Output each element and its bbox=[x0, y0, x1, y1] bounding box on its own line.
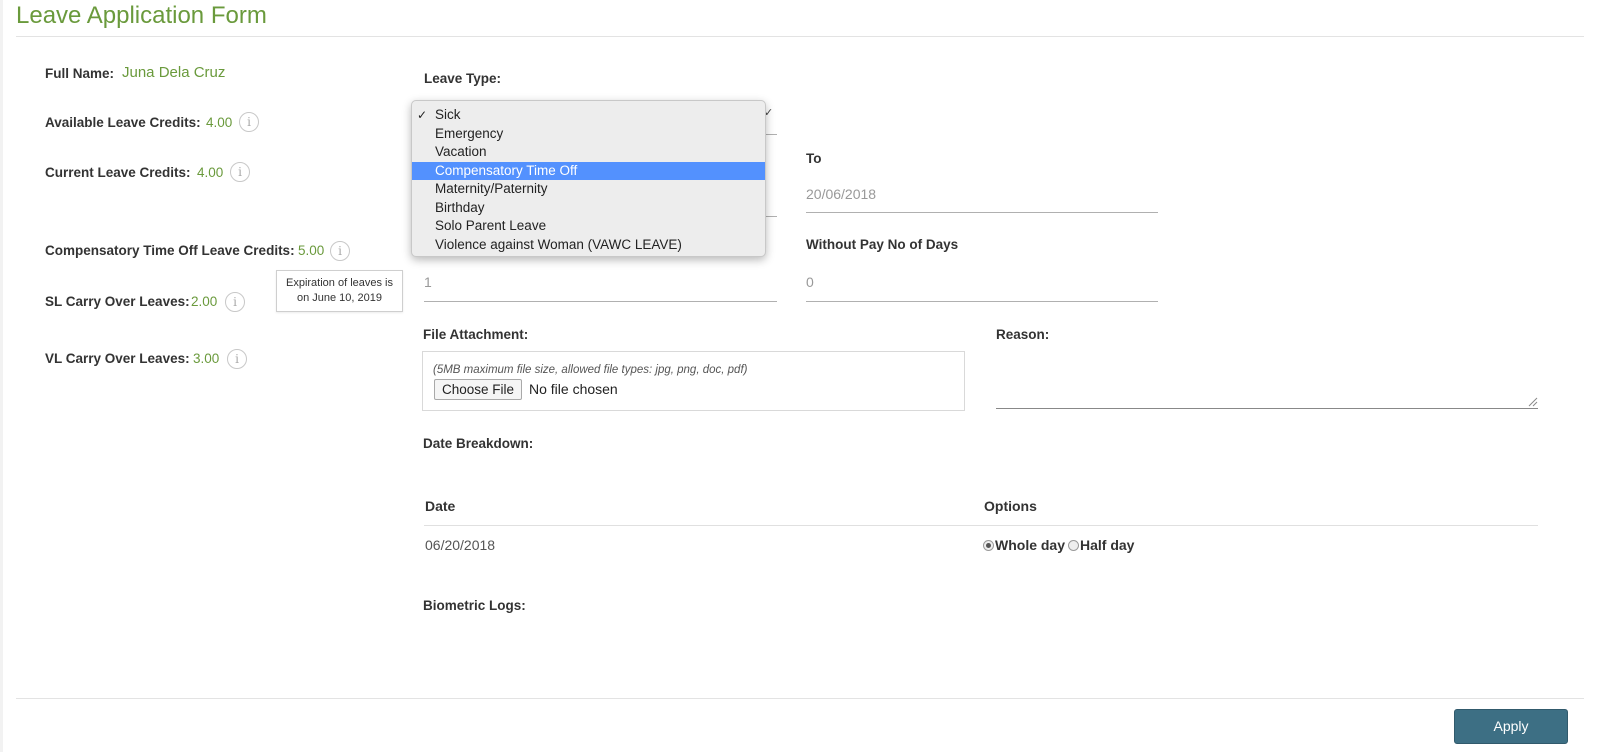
option-label: Maternity/Paternity bbox=[435, 181, 548, 196]
apply-button[interactable]: Apply bbox=[1454, 709, 1568, 744]
reason-textarea[interactable] bbox=[996, 345, 1538, 408]
whole-day-radio[interactable] bbox=[983, 540, 994, 551]
vl-carry-info-icon[interactable]: i bbox=[227, 349, 247, 369]
option-label: Violence against Woman (VAWC LEAVE) bbox=[435, 236, 682, 252]
row-date: 06/20/2018 bbox=[425, 537, 496, 553]
expiration-tooltip: Expiration of leaves is on June 10, 2019 bbox=[276, 270, 403, 312]
no-file-text: No file chosen bbox=[529, 381, 618, 397]
to-date-input[interactable]: 20/06/2018 bbox=[806, 186, 876, 202]
leave-type-option-emergency[interactable]: Emergency bbox=[412, 125, 765, 144]
date-breakdown-label: Date Breakdown: bbox=[423, 436, 534, 451]
footer-divider bbox=[16, 698, 1584, 699]
with-pay-days-underline bbox=[424, 301, 777, 302]
to-label: To bbox=[806, 151, 822, 166]
leave-type-option-maternity-paternity[interactable]: Maternity/Paternity bbox=[412, 180, 765, 199]
with-pay-days-input[interactable]: 1 bbox=[424, 274, 432, 290]
without-pay-underline bbox=[806, 301, 1158, 302]
available-credits-value: 4.00 bbox=[206, 115, 233, 130]
tooltip-line-1: Expiration of leaves is bbox=[286, 277, 393, 289]
cto-credits-info-icon[interactable]: i bbox=[330, 241, 350, 261]
header-divider bbox=[16, 36, 1584, 37]
cto-credits-value: 5.00 bbox=[298, 243, 325, 258]
option-label: Sick bbox=[435, 107, 461, 122]
file-attachment-label: File Attachment: bbox=[423, 327, 529, 342]
biometric-logs-label: Biometric Logs: bbox=[423, 598, 526, 613]
sl-carry-info-icon[interactable]: i bbox=[225, 292, 245, 312]
leave-type-label: Leave Type: bbox=[424, 71, 502, 86]
leave-type-option-vawc[interactable]: Violence against Woman (VAWC LEAVE) bbox=[412, 236, 765, 255]
option-label: Compensatory Time Off bbox=[435, 162, 578, 178]
option-label: Emergency bbox=[435, 125, 504, 141]
current-credits-value: 4.00 bbox=[197, 165, 224, 180]
leave-type-option-sick[interactable]: ✓ Sick bbox=[412, 106, 765, 125]
half-day-radio[interactable] bbox=[1068, 540, 1079, 551]
cto-credits-label: Compensatory Time Off Leave Credits: bbox=[45, 243, 295, 258]
leave-type-option-compensatory-time-off[interactable]: Compensatory Time Off bbox=[412, 161, 765, 180]
without-pay-input[interactable]: 0 bbox=[806, 274, 814, 290]
without-pay-label: Without Pay No of Days bbox=[806, 237, 959, 252]
vl-carry-label: VL Carry Over Leaves: bbox=[45, 351, 190, 366]
reason-label: Reason: bbox=[996, 327, 1050, 342]
option-label: Birthday bbox=[435, 199, 485, 215]
available-credits-label: Available Leave Credits: bbox=[45, 115, 201, 130]
half-day-label[interactable]: Half day bbox=[1080, 537, 1134, 553]
file-hint: (5MB maximum file size, allowed file typ… bbox=[433, 364, 748, 376]
table-header-divider bbox=[424, 525, 1538, 526]
to-date-underline bbox=[806, 212, 1158, 213]
current-credits-info-icon[interactable]: i bbox=[230, 162, 250, 182]
sl-carry-label: SL Carry Over Leaves: bbox=[45, 294, 190, 309]
leave-type-option-birthday[interactable]: Birthday bbox=[412, 199, 765, 218]
checkmark-icon: ✓ bbox=[417, 108, 428, 122]
whole-day-label[interactable]: Whole day bbox=[995, 537, 1065, 553]
vl-carry-value: 3.00 bbox=[193, 351, 220, 366]
reason-underline bbox=[996, 408, 1538, 409]
option-label: Solo Parent Leave bbox=[435, 218, 547, 233]
option-label: Vacation bbox=[435, 144, 487, 159]
table-header-date: Date bbox=[425, 498, 456, 514]
sl-carry-value: 2.00 bbox=[191, 294, 218, 309]
choose-file-button[interactable]: Choose File bbox=[434, 379, 523, 400]
available-credits-info-icon[interactable]: i bbox=[239, 112, 259, 132]
page-title: Leave Application Form bbox=[16, 2, 267, 29]
page-edge bbox=[0, 0, 3, 752]
leave-type-option-solo-parent[interactable]: Solo Parent Leave bbox=[412, 217, 765, 236]
full-name-label: Full Name: bbox=[45, 66, 115, 81]
leave-type-dropdown[interactable]: ✓ Sick Emergency Vacation Compensatory T… bbox=[411, 100, 766, 257]
table-header-options: Options bbox=[984, 498, 1037, 514]
current-credits-label: Current Leave Credits: bbox=[45, 165, 191, 180]
full-name-value: Juna Dela Cruz bbox=[122, 64, 226, 81]
tooltip-line-2: on June 10, 2019 bbox=[296, 292, 383, 304]
file-attachment-box: (5MB maximum file size, allowed file typ… bbox=[422, 351, 965, 411]
resize-handle-icon[interactable] bbox=[1528, 397, 1538, 407]
leave-type-option-vacation[interactable]: Vacation bbox=[412, 143, 765, 162]
